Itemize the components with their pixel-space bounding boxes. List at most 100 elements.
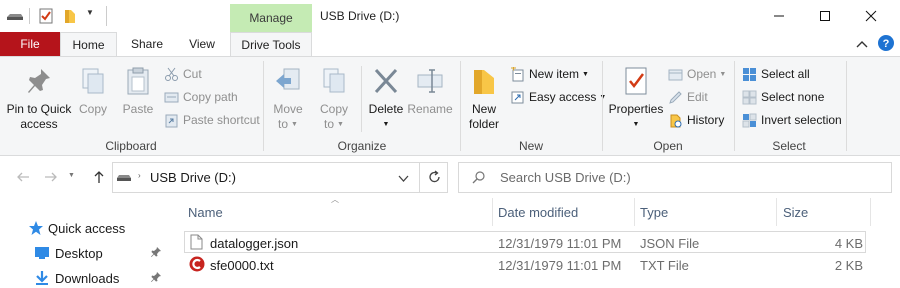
organize-separator <box>361 66 362 132</box>
invert-selection-button[interactable]: Invert selection <box>742 110 842 130</box>
chevron-down-icon: ▼ <box>382 121 390 128</box>
nav-item-desktop[interactable]: Desktop <box>34 241 103 265</box>
file-size: 4 KB <box>834 236 863 251</box>
column-header-size[interactable]: Size <box>783 205 808 220</box>
column-divider[interactable] <box>776 198 777 226</box>
up-arrow-icon[interactable] <box>92 170 106 187</box>
paste-shortcut-button[interactable]: Paste shortcut <box>164 110 260 130</box>
open-button[interactable]: Open ▼ <box>668 64 726 84</box>
copy-to-button[interactable]: Copy to ▼ <box>316 66 352 132</box>
copy-icon <box>82 68 104 94</box>
cut-button[interactable]: Cut <box>164 64 202 84</box>
select-all-button[interactable]: Select all <box>742 64 810 84</box>
pin-icon <box>28 69 50 93</box>
copy-path-label: Copy path <box>183 90 238 104</box>
paste-button[interactable]: Paste <box>120 66 156 117</box>
search-input[interactable]: Search USB Drive (D:) <box>500 170 631 185</box>
easy-access-label: Easy access <box>529 90 597 104</box>
tab-share[interactable]: Share <box>125 32 169 56</box>
tab-drive-tools[interactable]: Drive Tools <box>230 32 312 56</box>
tab-view[interactable]: View <box>180 32 224 56</box>
move-to-button[interactable]: Move to ▼ <box>270 66 306 132</box>
history-label: History <box>687 113 725 127</box>
back-arrow-icon[interactable] <box>16 170 30 187</box>
collapse-ribbon-icon[interactable] <box>856 38 868 52</box>
delete-button[interactable]: Delete ▼ <box>366 66 406 132</box>
move-to-dropdown: to ▼ <box>278 117 298 132</box>
forward-arrow-icon[interactable] <box>44 170 58 187</box>
file-date: 12/31/1979 11:01 PM <box>498 258 622 273</box>
new-item-button[interactable]: New item ▼ <box>510 64 589 84</box>
new-folder-button[interactable]: New folder <box>464 66 504 132</box>
properties-check-icon[interactable] <box>38 8 54 24</box>
nav-item-label: Quick access <box>48 220 126 236</box>
refresh-button[interactable] <box>419 162 448 193</box>
new-item-label: New item <box>529 67 580 81</box>
new-group-label: New <box>518 139 543 153</box>
rename-button[interactable]: Rename <box>407 66 453 117</box>
copy-path-button[interactable]: Copy path <box>164 87 238 107</box>
edit-pencil-icon <box>669 90 682 104</box>
column-header-type[interactable]: Type <box>640 205 668 220</box>
new-folder-label-line2: folder <box>468 117 500 131</box>
column-header-date-modified[interactable]: Date modified <box>498 205 578 220</box>
chevron-down-icon: ▼ <box>719 70 727 78</box>
maximize-icon <box>820 11 830 21</box>
breadcrumb-separator-icon[interactable]: › <box>138 171 141 180</box>
minimize-button[interactable] <box>756 0 802 32</box>
column-divider[interactable] <box>634 198 635 226</box>
move-to-label-line1: Move <box>273 102 303 116</box>
file-date: 12/31/1979 11:01 PM <box>498 236 622 251</box>
qat-divider <box>106 6 107 26</box>
app-file-icon <box>189 256 205 275</box>
pin-icon[interactable] <box>150 246 162 261</box>
tab-file[interactable]: File <box>0 32 60 56</box>
invert-selection-icon <box>742 113 757 127</box>
column-header-name[interactable]: Name <box>188 205 223 220</box>
recent-locations-chevron-icon[interactable]: ▼ <box>68 172 75 179</box>
sort-ascending-icon: ︿ <box>331 195 339 204</box>
file-type: JSON File <box>640 236 700 251</box>
maximize-button[interactable] <box>802 0 848 32</box>
file-size: 2 KB <box>834 258 863 273</box>
address-history-chevron-icon[interactable] <box>398 172 409 186</box>
column-divider[interactable] <box>492 198 493 226</box>
properties-button[interactable]: Properties ▼ <box>608 66 664 132</box>
easy-access-button[interactable]: Easy access▼ <box>510 87 606 107</box>
file-type: TXT File <box>640 258 689 273</box>
history-button[interactable]: History <box>668 110 724 130</box>
edit-button[interactable]: Edit <box>668 87 708 107</box>
close-icon <box>865 10 877 22</box>
manage-context-tab[interactable]: Manage <box>230 4 312 32</box>
close-button[interactable] <box>848 0 894 32</box>
copy-button[interactable]: Copy <box>77 66 109 117</box>
column-divider[interactable] <box>870 198 871 226</box>
invert-selection-label: Invert selection <box>761 113 842 127</box>
svg-text:?: ? <box>883 38 890 50</box>
delete-x-icon <box>374 68 398 94</box>
star-icon <box>29 221 43 235</box>
open-icon <box>668 69 683 80</box>
new-folder-label-line1: New <box>471 102 496 116</box>
paste-shortcut-label: Paste shortcut <box>183 113 260 127</box>
pin-to-quick-access-button[interactable]: Pin to Quick access <box>6 66 72 132</box>
search-icon <box>472 170 486 187</box>
scissors-icon <box>165 67 178 81</box>
pin-icon[interactable] <box>150 271 162 286</box>
select-all-label: Select all <box>761 67 810 81</box>
pin-label-line1: Pin to Quick <box>6 102 72 116</box>
nav-item-downloads[interactable]: Downloads <box>34 266 119 288</box>
tab-home[interactable]: Home <box>60 32 117 56</box>
new-folder-icon[interactable] <box>62 8 78 24</box>
select-none-icon <box>742 90 757 104</box>
copy-to-label-line2: to <box>324 117 335 131</box>
desktop-icon <box>35 247 49 259</box>
download-arrow-icon <box>36 271 48 285</box>
chevron-down-icon: ▼ <box>337 121 344 128</box>
copy-to-icon <box>323 68 345 93</box>
help-icon[interactable]: ? <box>878 35 894 54</box>
nav-item-quick-access[interactable]: Quick access <box>28 216 125 240</box>
select-none-button[interactable]: Select none <box>742 87 824 107</box>
drive-icon <box>116 172 132 187</box>
customize-qat-icon[interactable]: ▼ <box>86 8 94 17</box>
